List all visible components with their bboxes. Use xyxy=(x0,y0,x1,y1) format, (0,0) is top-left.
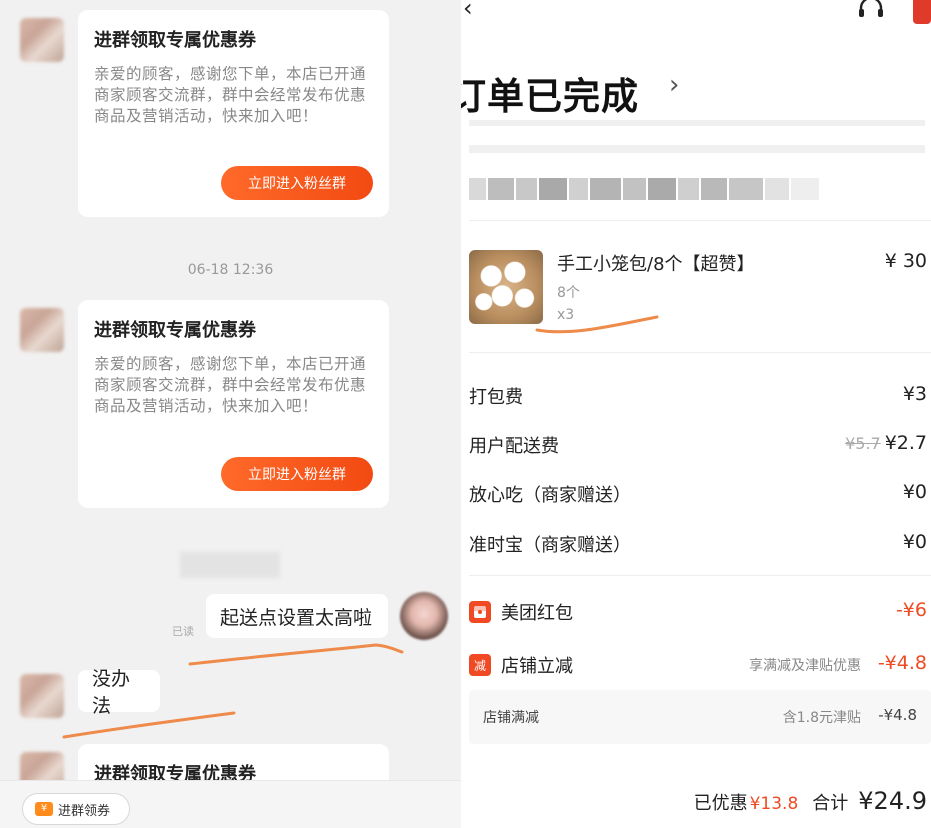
discount-row-redpacket: 美团红包 -¥6 xyxy=(469,597,931,629)
shop-icon[interactable] xyxy=(913,0,931,24)
order-panel: ‹ 订单已完成 › 手工小笼包/8个【超赞】 ¥ 30 8个 x3 打包费 ¥3… xyxy=(461,0,931,828)
group-invite-card: 进群领取专属优惠券 亲爱的顾客，感谢您下单，本店已开通商家顾客交流群，群中会经常… xyxy=(78,10,389,217)
blurred-row xyxy=(469,145,925,153)
merchant-avatar[interactable] xyxy=(20,18,64,62)
discount-label: 美团红包 xyxy=(501,603,573,624)
red-packet-icon xyxy=(469,601,491,623)
join-fan-group-button[interactable]: 立即进入粉丝群 xyxy=(221,457,373,491)
blurred-row xyxy=(469,120,925,126)
shop-discount-detail: 店铺满减 含1.8元津贴 -¥4.8 xyxy=(469,690,931,744)
divider xyxy=(469,575,931,576)
fee-original-price: ¥5.7 xyxy=(845,434,881,453)
chat-panel: 进群领取专属优惠券 亲爱的顾客，感谢您下单，本店已开通商家顾客交流群，群中会经常… xyxy=(0,0,461,828)
merchant-avatar[interactable] xyxy=(20,674,64,718)
card-body: 亲爱的顾客，感谢您下单，本店已开通商家顾客交流群，群中会经常发布优惠商品及营销活… xyxy=(94,355,367,415)
merchant-reply-bubble[interactable]: 没办法 xyxy=(78,668,160,717)
discount-value: -¥4.8 xyxy=(877,652,927,674)
fee-row-ontime: 准时宝（商家赠送） ¥0 xyxy=(469,531,931,561)
discount-value: -¥6 xyxy=(895,599,927,621)
product-name[interactable]: 手工小笼包/8个【超赞】 xyxy=(557,250,755,276)
fee-label: 用户配送费 xyxy=(469,436,559,457)
back-icon[interactable]: ‹ xyxy=(463,0,473,22)
join-fan-group-button[interactable]: 立即进入粉丝群 xyxy=(221,166,373,200)
sub-discount-value: -¥4.8 xyxy=(878,706,917,724)
discount-note: 享满减及津贴优惠 xyxy=(749,658,861,674)
product-price: ¥ 30 xyxy=(884,250,927,272)
fee-row-food-safety: 放心吃（商家赠送） ¥0 xyxy=(469,481,931,511)
self-message-bubble[interactable]: 起送点设置太高啦 xyxy=(206,594,388,638)
sub-discount-label: 店铺满减 xyxy=(483,710,539,726)
coupon-icon: ¥ xyxy=(35,802,53,816)
sub-discount-note: 含1.8元津贴 xyxy=(782,710,861,726)
fee-value: ¥0 xyxy=(902,531,927,553)
card-body: 亲爱的顾客，感谢您下单，本店已开通商家顾客交流群，群中会经常发布优惠商品及营销活… xyxy=(94,65,367,125)
read-status: 已读 xyxy=(172,625,194,638)
fee-row-packing: 打包费 ¥3 xyxy=(469,383,931,413)
total-label: 合计 xyxy=(812,793,849,814)
fee-value: ¥3 xyxy=(902,383,927,405)
fee-label: 放心吃（商家赠送） xyxy=(469,485,631,506)
order-status-title[interactable]: 订单已完成 xyxy=(461,66,639,120)
product-spec: 8个 xyxy=(557,285,580,301)
blurred-timestamp xyxy=(180,552,280,578)
divider xyxy=(469,220,931,221)
shop-discount-icon: 减 xyxy=(469,654,491,676)
customer-service-icon[interactable] xyxy=(856,0,886,22)
fee-label: 打包费 xyxy=(469,387,523,408)
card-title: 进群领取专属优惠券 xyxy=(94,30,256,51)
discount-row-shop: 减 店铺立减 享满减及津贴优惠 -¥4.8 xyxy=(469,650,931,682)
self-avatar[interactable] xyxy=(400,592,448,640)
quick-button-label: 进群领券 xyxy=(58,803,111,819)
saved-value: ¥13.8 xyxy=(749,794,799,814)
order-total: 已优惠 ¥13.8 合计 ¥24.9 xyxy=(694,787,927,815)
fee-value: ¥0 xyxy=(902,481,927,503)
product-image[interactable] xyxy=(469,250,543,324)
merchant-avatar[interactable] xyxy=(20,308,64,352)
saved-label: 已优惠 xyxy=(693,793,748,814)
fee-label: 准时宝（商家赠送） xyxy=(469,535,631,556)
total-value: ¥24.9 xyxy=(858,787,927,815)
divider xyxy=(469,352,931,353)
fee-value: ¥2.7 xyxy=(884,432,927,454)
quick-action-bar: ¥ 进群领券 xyxy=(0,780,461,828)
blurred-address xyxy=(469,178,820,200)
product-quantity: x3 xyxy=(557,307,575,323)
fee-value-group: ¥5.7 ¥2.7 xyxy=(845,432,927,454)
card-title: 进群领取专属优惠券 xyxy=(94,320,256,341)
group-invite-card: 进群领取专属优惠券 亲爱的顾客，感谢您下单，本店已开通商家顾客交流群，群中会经常… xyxy=(78,300,389,508)
join-group-coupon-button[interactable]: ¥ 进群领券 xyxy=(22,793,130,825)
chevron-right-icon[interactable]: › xyxy=(669,70,679,100)
message-timestamp: 06-18 12:36 xyxy=(187,262,274,278)
fee-row-delivery: 用户配送费 ¥5.7 ¥2.7 xyxy=(469,432,931,462)
discount-label: 店铺立减 xyxy=(501,656,573,677)
